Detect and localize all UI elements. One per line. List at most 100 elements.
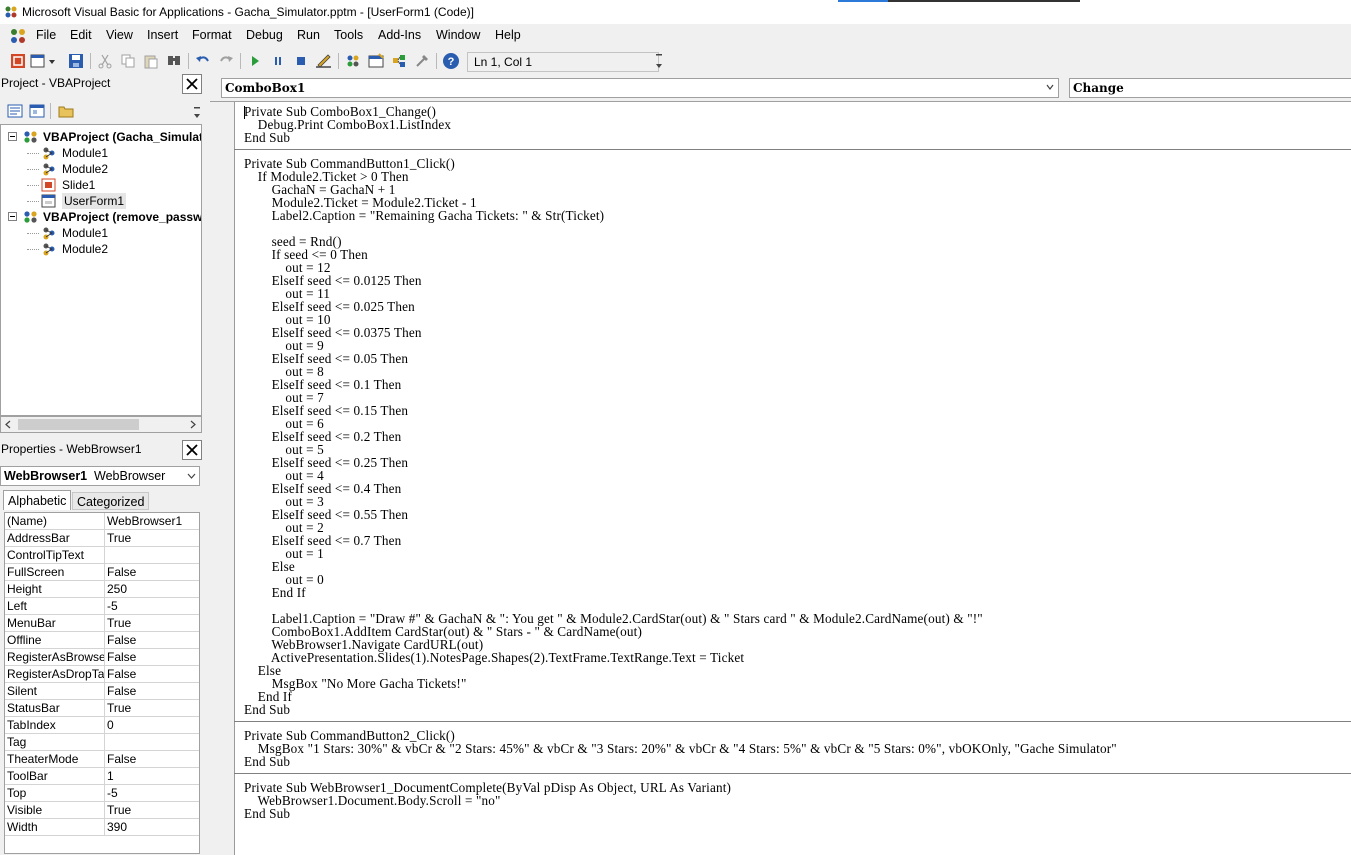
insert-userform-icon[interactable] <box>29 52 57 70</box>
menu-tools[interactable]: Tools <box>334 28 363 42</box>
menu-debug[interactable]: Debug <box>246 28 283 42</box>
menu-help[interactable]: Help <box>495 28 521 42</box>
property-value[interactable]: False <box>107 752 136 766</box>
tree-item[interactable]: VBAProject (remove_password.pptm) <box>43 209 201 225</box>
code-line[interactable]: ElseIf seed <= 0.2 Then <box>244 430 1117 443</box>
property-row[interactable]: ToolBar 1 <box>5 768 199 785</box>
tree-item[interactable]: Module1 <box>62 225 108 241</box>
code-line[interactable]: ElseIf seed <= 0.05 Then <box>244 352 1117 365</box>
cut-icon[interactable] <box>96 52 114 70</box>
pane-splitter[interactable] <box>202 74 210 854</box>
code-line[interactable]: seed = Rnd() <box>244 235 1117 248</box>
property-value[interactable]: False <box>107 684 136 698</box>
property-value[interactable]: False <box>107 633 136 647</box>
tree-item[interactable]: VBAProject (Gacha_Simulator.pptm) <box>43 129 201 145</box>
property-row[interactable]: Offline False <box>5 632 199 649</box>
view-code-icon[interactable] <box>6 102 24 120</box>
code-line[interactable]: MsgBox "1 Stars: 30%" & vbCr & "2 Stars:… <box>244 742 1117 755</box>
property-row[interactable]: Tag <box>5 734 199 751</box>
object-browser-icon[interactable] <box>390 52 408 70</box>
code-line[interactable]: If seed <= 0 Then <box>244 248 1117 261</box>
property-value[interactable]: 0 <box>107 718 114 732</box>
property-row[interactable]: Silent False <box>5 683 199 700</box>
property-value[interactable]: 390 <box>107 820 127 834</box>
property-row[interactable]: Width 390 <box>5 819 199 836</box>
property-row[interactable]: TheaterMode False <box>5 751 199 768</box>
tab-alphabetic[interactable]: Alphabetic <box>3 490 72 510</box>
property-value[interactable]: WebBrowser1 <box>107 514 182 528</box>
tab-categorized[interactable]: Categorized <box>72 492 150 510</box>
design-mode-icon[interactable] <box>315 52 333 70</box>
property-row[interactable]: Top -5 <box>5 785 199 802</box>
code-line[interactable]: out = 1 <box>244 547 1117 560</box>
code-line[interactable]: ElseIf seed <= 0.025 Then <box>244 300 1117 313</box>
run-icon[interactable] <box>246 52 264 70</box>
code-line[interactable]: ElseIf seed <= 0.7 Then <box>244 534 1117 547</box>
properties-window-icon[interactable] <box>367 52 385 70</box>
code-line[interactable]: End If <box>244 690 1117 703</box>
tree-item[interactable]: Slide1 <box>62 177 95 193</box>
procedure-combo[interactable]: Change <box>1069 78 1351 98</box>
menu-addins[interactable]: Add-Ins <box>378 28 421 42</box>
property-row[interactable]: TabIndex 0 <box>5 717 199 734</box>
code-line[interactable]: MsgBox "No More Gacha Tickets!" <box>244 677 1117 690</box>
menu-file[interactable]: File <box>36 28 56 42</box>
code-line[interactable]: End Sub <box>244 131 1117 144</box>
code-editor[interactable]: Private Sub ComboBox1_Change() Debug.Pri… <box>210 101 1351 855</box>
code-line[interactable]: End Sub <box>244 703 1117 716</box>
property-row[interactable]: (Name) WebBrowser1 <box>5 513 199 530</box>
scrollbar-thumb[interactable] <box>18 419 139 430</box>
property-row[interactable]: RegisterAsDropTargetFalse <box>5 666 199 683</box>
code-line[interactable]: out = 0 <box>244 573 1117 586</box>
property-value[interactable]: 1 <box>107 769 114 783</box>
project-explorer-icon[interactable] <box>344 52 362 70</box>
property-value[interactable]: True <box>107 803 131 817</box>
copy-icon[interactable] <box>119 52 137 70</box>
reset-icon[interactable] <box>292 52 310 70</box>
code-text[interactable]: Private Sub ComboBox1_Change() Debug.Pri… <box>244 105 1117 820</box>
property-value[interactable]: True <box>107 701 131 715</box>
toolbar-options-icon[interactable] <box>193 106 201 120</box>
menu-window[interactable]: Window <box>436 28 480 42</box>
code-line[interactable]: ElseIf seed <= 0.0375 Then <box>244 326 1117 339</box>
property-value[interactable]: True <box>107 531 131 545</box>
code-line[interactable]: Label2.Caption = "Remaining Gacha Ticket… <box>244 209 1117 222</box>
property-value[interactable]: -5 <box>107 599 118 613</box>
property-value[interactable]: False <box>107 667 136 681</box>
code-line[interactable]: Debug.Print ComboBox1.ListIndex <box>244 118 1117 131</box>
code-line[interactable]: End If <box>244 586 1117 599</box>
menu-insert[interactable]: Insert <box>147 28 178 42</box>
collapse-toggle[interactable] <box>8 132 17 141</box>
tree-item[interactable]: Module1 <box>62 145 108 161</box>
code-line[interactable]: ElseIf seed <= 0.25 Then <box>244 456 1117 469</box>
menu-edit[interactable]: Edit <box>70 28 92 42</box>
property-value[interactable]: True <box>107 616 131 630</box>
menu-format[interactable]: Format <box>192 28 232 42</box>
property-row[interactable]: StatusBar True <box>5 700 199 717</box>
toggle-folders-icon[interactable] <box>57 102 75 120</box>
property-row[interactable]: AddressBar True <box>5 530 199 547</box>
vba-menu-icon[interactable] <box>9 27 27 45</box>
scroll-left-icon[interactable] <box>4 420 12 429</box>
code-line[interactable] <box>244 222 1117 235</box>
tree-item[interactable]: Module2 <box>62 241 108 257</box>
property-value[interactable]: -5 <box>107 786 118 800</box>
property-value[interactable]: False <box>107 650 136 664</box>
object-combo[interactable]: ComboBox1 <box>221 78 1059 98</box>
code-line[interactable]: End Sub <box>244 755 1117 768</box>
property-row[interactable]: MenuBar True <box>5 615 199 632</box>
view-powerpoint-icon[interactable] <box>9 52 27 70</box>
code-line[interactable]: WebBrowser1.Document.Body.Scroll = "no" <box>244 794 1117 807</box>
code-line[interactable]: ElseIf seed <= 0.1 Then <box>244 378 1117 391</box>
property-row[interactable]: RegisterAsBrowser False <box>5 649 199 666</box>
property-row[interactable]: Visible True <box>5 802 199 819</box>
tree-item[interactable]: UserForm1 <box>62 193 127 209</box>
property-row[interactable]: FullScreen False <box>5 564 199 581</box>
code-line[interactable]: ElseIf seed <= 0.4 Then <box>244 482 1117 495</box>
code-line[interactable]: ElseIf seed <= 0.55 Then <box>244 508 1117 521</box>
tree-item[interactable]: Module2 <box>62 161 108 177</box>
property-row[interactable]: ControlTipText <box>5 547 199 564</box>
margin-indicator-bar[interactable] <box>210 102 235 855</box>
collapse-toggle[interactable] <box>8 212 17 221</box>
menu-run[interactable]: Run <box>297 28 320 42</box>
